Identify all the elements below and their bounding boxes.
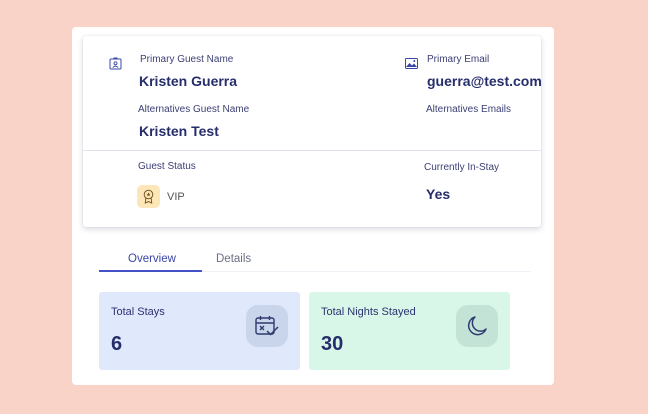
image-icon (405, 58, 418, 69)
alt-emails-label: Alternatives Emails (426, 104, 512, 115)
alt-guest-name: Kristen Test (139, 123, 219, 139)
total-nights-icon-box (456, 305, 498, 347)
total-nights-card: Total Nights Stayed 30 (309, 292, 510, 370)
total-stays-value: 6 (111, 333, 123, 355)
total-stays-card: Total Stays 6 (99, 292, 300, 370)
guest-status-value: VIP (167, 191, 185, 203)
tab-details[interactable]: Details (216, 253, 251, 265)
total-nights-label: Total Nights Stayed (321, 306, 416, 318)
total-stays-label: Total Stays (111, 306, 165, 318)
id-badge-icon (109, 57, 122, 70)
tab-overview[interactable]: Overview (128, 253, 176, 265)
vip-badge (137, 185, 160, 208)
total-nights-value: 30 (321, 333, 344, 355)
active-tab-indicator (99, 270, 202, 272)
primary-guest-name-label: Primary Guest Name (140, 54, 234, 65)
card-divider (83, 150, 541, 151)
primary-guest-name: Kristen Guerra (139, 73, 238, 89)
moon-icon (467, 316, 487, 336)
primary-email: guerra@test.com (427, 73, 542, 89)
primary-email-label: Primary Email (427, 54, 490, 65)
in-stay-value: Yes (426, 186, 451, 202)
calendar-check-icon (255, 316, 279, 336)
guest-status-label: Guest Status (138, 161, 196, 172)
total-stays-icon-box (246, 305, 288, 347)
in-stay-label: Currently In-Stay (424, 162, 500, 173)
alt-guest-name-label: Alternatives Guest Name (138, 104, 250, 115)
award-icon (143, 189, 154, 204)
